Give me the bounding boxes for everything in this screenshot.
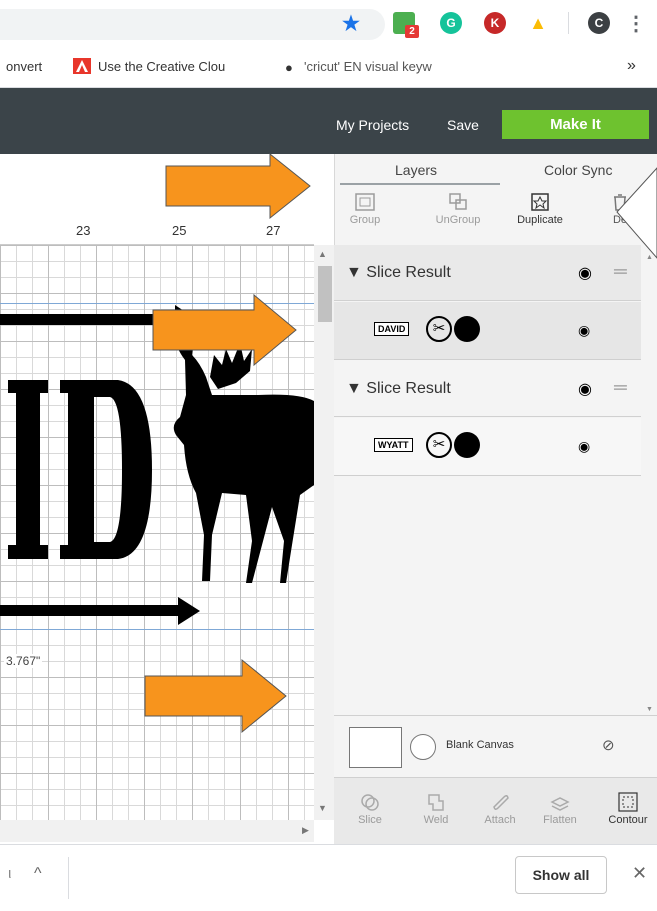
ruler-label: 25: [172, 223, 187, 238]
layer-thumbnail: DAVID: [374, 322, 410, 336]
canvas-horizontal-scrollbar[interactable]: [0, 820, 314, 842]
bookmark-cricut-keywords[interactable]: 'cricut' EN visual keyw: [304, 59, 432, 74]
screenshot-root: ★ 2 G K ▲ C ⋮ onvert Use the Creative Cl…: [0, 0, 657, 911]
download-item-fragment: ι: [8, 865, 12, 882]
ruler-label: 23: [76, 223, 91, 238]
save-button[interactable]: Save: [447, 117, 479, 133]
eye-icon[interactable]: ◉: [578, 438, 590, 455]
eye-icon[interactable]: ◉: [578, 379, 592, 399]
eye-hidden-icon[interactable]: ⊘: [602, 736, 615, 754]
profile-avatar-icon[interactable]: C: [588, 12, 610, 34]
attach-button[interactable]: Attach: [480, 792, 520, 826]
browser-toolbar: ★ 2 G K ▲ C ⋮: [0, 0, 657, 46]
show-all-button[interactable]: Show all: [515, 856, 607, 894]
layer-row[interactable]: WYATT ✂ ◉: [334, 418, 641, 476]
ungroup-button[interactable]: UnGroup: [428, 192, 488, 226]
close-downloads-icon[interactable]: ✕: [632, 863, 647, 884]
google-drive-icon[interactable]: ▲: [527, 12, 549, 34]
layer-thumbnail: WYATT: [374, 438, 413, 452]
slice-button[interactable]: Slice: [352, 792, 388, 826]
attach-icon: [493, 794, 509, 811]
annotation-arrow: [144, 658, 287, 734]
flatten-label: Flatten: [543, 814, 577, 826]
blank-canvas-row: Blank Canvas ⊘: [334, 715, 657, 777]
canvas-vertical-scrollbar[interactable]: [314, 245, 334, 820]
duplicate-label: Duplicate: [517, 214, 563, 226]
k-extension-icon[interactable]: K: [484, 12, 506, 34]
download-expand-icon[interactable]: ^: [34, 865, 42, 883]
weld-icon: [428, 794, 444, 811]
address-bar[interactable]: [0, 9, 385, 40]
contour-icon: [618, 792, 638, 812]
my-projects-link[interactable]: My Projects: [336, 117, 409, 133]
weld-label: Weld: [423, 814, 449, 826]
duplicate-button[interactable]: Duplicate: [510, 192, 570, 226]
attach-label: Attach: [484, 814, 516, 826]
slice-icon: [361, 794, 379, 811]
scroll-right-arrow-icon[interactable]: ▶: [302, 825, 309, 836]
canvas-scroll-thumb[interactable]: [318, 266, 332, 322]
bottom-toolbar: Slice Weld Attach Flatten Contour: [334, 777, 657, 844]
adobe-icon: [73, 58, 91, 74]
extension-badge-count: 2: [405, 25, 419, 38]
group-icon: [355, 193, 375, 211]
toolbar-divider: [568, 12, 569, 34]
slice-label: Slice: [358, 814, 382, 826]
blank-canvas-label: Blank Canvas: [446, 739, 514, 751]
annotation-arrow: [616, 167, 657, 259]
flatten-button[interactable]: Flatten: [540, 792, 580, 826]
bookmarks-bar: onvert Use the Creative Clou ● 'cricut' …: [0, 46, 657, 88]
group-title-text: Slice Result: [366, 264, 451, 281]
active-tab-indicator: [340, 183, 500, 185]
make-it-button[interactable]: Make It: [502, 110, 649, 139]
color-swatch[interactable]: [454, 316, 480, 342]
color-swatch[interactable]: [454, 432, 480, 458]
scroll-up-arrow-icon[interactable]: ▲: [318, 249, 327, 259]
group-title: ▼ Slice Result: [346, 380, 451, 397]
layer-group[interactable]: ▼ Slice Result ◉ ═: [334, 361, 641, 417]
tab-color-sync[interactable]: Color Sync: [544, 162, 612, 178]
tab-layers[interactable]: Layers: [395, 162, 437, 178]
downloads-divider: [68, 857, 69, 899]
flatten-icon: [550, 797, 570, 811]
drag-handle-icon[interactable]: ═: [614, 377, 627, 398]
group-button[interactable]: Group: [342, 192, 388, 226]
annotation-arrow: [152, 293, 297, 367]
bookmark-star-icon[interactable]: ★: [340, 12, 362, 35]
annotation-arrow: [165, 152, 311, 220]
bulb-icon: ●: [285, 60, 293, 75]
weld-button[interactable]: Weld: [418, 792, 454, 826]
bookmark-creative-cloud[interactable]: Use the Creative Clou: [98, 59, 225, 74]
bookmarks-overflow-icon[interactable]: »: [627, 57, 636, 75]
group-title-text: Slice Result: [366, 380, 451, 397]
contour-button[interactable]: Contour: [604, 792, 652, 826]
group-label: Group: [349, 214, 381, 226]
grammarly-icon[interactable]: G: [440, 12, 462, 34]
duplicate-icon: [531, 193, 549, 211]
panel-scroll-down-icon[interactable]: ▼: [646, 706, 653, 713]
scissors-icon[interactable]: ✂: [426, 432, 452, 458]
eye-icon[interactable]: ◉: [578, 263, 592, 283]
layer-group[interactable]: ▼ Slice Result ◉ ═: [334, 245, 641, 301]
layer-row[interactable]: DAVID ✂ ◉: [334, 302, 641, 360]
ungroup-label: UnGroup: [435, 214, 481, 226]
group-title: ▼ Slice Result: [346, 264, 451, 281]
bookmark-convert[interactable]: onvert: [6, 59, 42, 74]
extension-badge-icon[interactable]: 2: [393, 12, 419, 38]
dimension-label: 3.767": [4, 654, 43, 668]
canvas-color-swatch[interactable]: [349, 727, 402, 768]
menu-kebab-icon[interactable]: ⋮: [625, 12, 647, 35]
canvas-color-circle[interactable]: [410, 734, 436, 760]
contour-label: Contour: [608, 814, 648, 826]
ungroup-icon: [449, 193, 467, 210]
scissors-icon[interactable]: ✂: [426, 316, 452, 342]
scroll-down-arrow-icon[interactable]: ▼: [318, 803, 327, 813]
ruler-label: 27: [266, 223, 281, 238]
eye-icon[interactable]: ◉: [578, 322, 590, 339]
